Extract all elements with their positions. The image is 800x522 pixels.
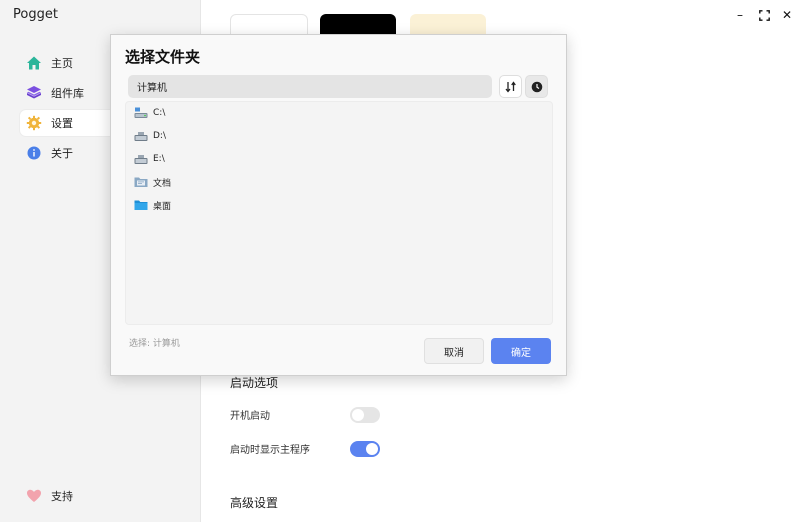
drive-icon xyxy=(134,153,148,165)
app-title: Pogget xyxy=(13,7,58,22)
history-button[interactable] xyxy=(525,75,548,98)
startup-section-title: 启动选项 xyxy=(230,376,279,390)
sort-icon xyxy=(504,80,516,93)
desktop-folder-icon xyxy=(134,199,148,211)
toggle-knob xyxy=(352,409,364,421)
minimize-button[interactable]: – xyxy=(732,7,748,23)
sidebar-item-label: 关于 xyxy=(51,147,73,160)
close-button[interactable]: ✕ xyxy=(779,7,795,23)
color-swatch-cream[interactable] xyxy=(410,14,486,36)
toggle-knob xyxy=(366,443,378,455)
sidebar-item-label: 支持 xyxy=(51,490,73,503)
show-main-on-start-label: 启动时显示主程序 xyxy=(230,445,310,456)
info-icon xyxy=(26,145,42,161)
heart-icon xyxy=(26,488,42,504)
folder-list: C:\ D:\ E:\ 文档 桌面 xyxy=(125,101,553,325)
color-swatch-black[interactable] xyxy=(320,14,396,36)
sort-button[interactable] xyxy=(499,75,522,98)
home-icon xyxy=(26,55,42,71)
list-item[interactable]: 桌面 xyxy=(134,196,171,214)
sidebar-item-label: 设置 xyxy=(51,117,73,130)
list-item[interactable]: E:\ xyxy=(134,150,165,168)
clock-icon xyxy=(531,81,542,92)
sidebar-item-support[interactable]: 支持 xyxy=(20,483,180,509)
documents-folder-icon xyxy=(134,176,148,188)
drive-icon xyxy=(134,130,148,142)
advanced-section-title: 高级设置 xyxy=(230,496,279,510)
maximize-icon xyxy=(758,9,770,21)
autostart-toggle[interactable] xyxy=(350,407,380,423)
autostart-label: 开机启动 xyxy=(230,411,270,422)
ok-button[interactable]: 确定 xyxy=(491,338,551,364)
path-bar[interactable]: 计算机 xyxy=(128,75,492,98)
folder-picker-dialog: 选择文件夹 计算机 C:\ D:\ E:\ 文档 桌面 选择: 计算机 取消 确… xyxy=(110,34,567,376)
show-main-on-start-toggle[interactable] xyxy=(350,441,380,457)
cancel-button[interactable]: 取消 xyxy=(424,338,484,364)
current-path: 计算机 xyxy=(137,83,167,94)
list-item[interactable]: 文档 xyxy=(134,173,171,191)
dialog-title: 选择文件夹 xyxy=(125,48,201,66)
drive-system-icon xyxy=(134,107,148,119)
list-item[interactable]: D:\ xyxy=(134,127,166,145)
gear-icon xyxy=(26,115,42,131)
maximize-button[interactable] xyxy=(756,7,772,23)
layers-icon xyxy=(26,85,42,101)
selected-path-label: 选择: 计算机 xyxy=(129,339,180,349)
sidebar-item-label: 组件库 xyxy=(51,87,84,100)
sidebar-item-label: 主页 xyxy=(51,57,73,70)
list-item[interactable]: C:\ xyxy=(134,104,165,122)
